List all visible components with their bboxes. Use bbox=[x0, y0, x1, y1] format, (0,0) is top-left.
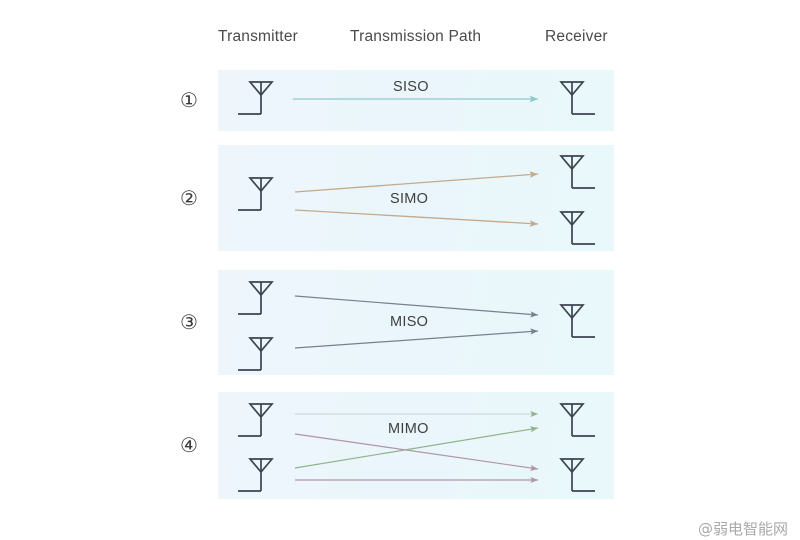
row-index-4: ④ bbox=[180, 433, 198, 457]
watermark: @弱电智能网 bbox=[697, 520, 788, 538]
diagram-canvas: Transmitter Transmission Path Receiver ①… bbox=[0, 0, 800, 540]
row-index-1: ① bbox=[180, 88, 198, 112]
path-label-miso: MISO bbox=[390, 314, 429, 330]
row-index-3: ③ bbox=[180, 310, 198, 334]
path-label-simo: SIMO bbox=[390, 191, 429, 207]
column-header-row: Transmitter Transmission Path Receiver bbox=[0, 28, 800, 54]
row-index-2: ② bbox=[180, 186, 198, 210]
column-header-transmission-path: Transmission Path bbox=[350, 28, 482, 45]
column-header-transmitter: Transmitter bbox=[218, 28, 298, 45]
diagram-row-mimo bbox=[218, 392, 614, 499]
path-label-siso: SISO bbox=[393, 79, 429, 95]
path-label-mimo: MIMO bbox=[388, 421, 429, 437]
column-header-receiver: Receiver bbox=[545, 28, 608, 45]
